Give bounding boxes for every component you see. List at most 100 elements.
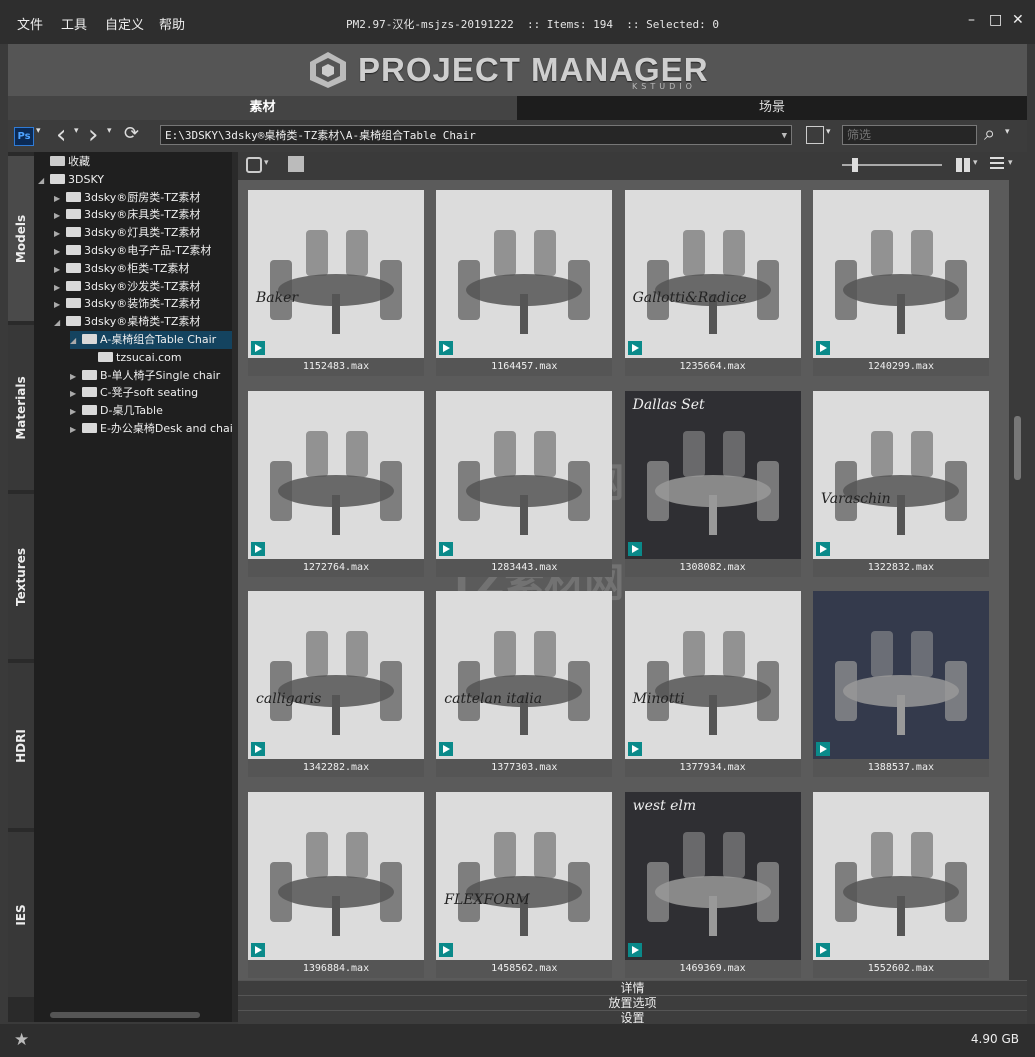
grid-view-icon[interactable]	[956, 158, 970, 172]
side-tab-materials[interactable]: Materials	[8, 325, 34, 490]
expand-arrow-icon[interactable]: ▶	[54, 190, 66, 208]
object-icon[interactable]	[288, 156, 304, 172]
expand-arrow-icon[interactable]: ▶	[54, 261, 66, 279]
asset-thumbnail[interactable]: Baker	[248, 190, 424, 358]
asset-thumbnail[interactable]	[812, 591, 989, 759]
ps-dropdown-icon[interactable]: ▾	[36, 126, 41, 136]
asset-thumbnail[interactable]: Gallotti&Radice	[624, 190, 801, 358]
menu-file[interactable]: 文件	[17, 14, 43, 33]
asset-card[interactable]: Gallotti&Radice 1235664.max	[624, 190, 801, 378]
asset-card[interactable]: Varaschin 1322832.max	[812, 390, 989, 579]
asset-thumbnail[interactable]	[248, 390, 424, 559]
side-tab-ies[interactable]: IES	[8, 832, 34, 997]
sort-icon[interactable]	[990, 157, 1004, 171]
expand-arrow-icon[interactable]: ▶	[70, 421, 82, 439]
filter-list-dropdown-icon[interactable]: ▾	[826, 127, 831, 137]
asset-card[interactable]: Dallas Set 1308082.max	[624, 390, 801, 579]
asset-card[interactable]: 1272764.max	[248, 390, 424, 579]
expand-arrow-icon[interactable]: ▶	[70, 403, 82, 421]
tab-assets[interactable]: 素材	[8, 96, 517, 120]
side-tab-textures[interactable]: Textures	[8, 494, 34, 659]
forward-icon[interactable]: ›	[88, 120, 98, 150]
asset-thumbnail[interactable]: west elm	[624, 791, 801, 960]
expand-arrow-icon[interactable]: ▶	[54, 279, 66, 297]
side-tab-hdri[interactable]: HDRI	[8, 663, 34, 828]
asset-card[interactable]: 1388537.max	[812, 591, 989, 779]
asset-card[interactable]: Baker 1152483.max	[248, 190, 424, 378]
asset-thumbnail[interactable]: cattelan italia	[436, 591, 613, 759]
asset-card[interactable]: FLEXFORM 1458562.max	[436, 791, 613, 980]
sync-dropdown-icon[interactable]: ▾	[264, 158, 269, 168]
asset-card[interactable]: 1240299.max	[812, 190, 989, 378]
asset-thumbnail[interactable]	[248, 791, 424, 960]
tree-node[interactable]: ▶ D-桌几Table	[70, 402, 232, 420]
side-tab-models[interactable]: Models	[8, 156, 34, 321]
tree-node[interactable]: ▶ 3dsky®沙发类-TZ素材	[54, 278, 232, 296]
tree-node[interactable]: 收藏	[38, 153, 232, 171]
tree-node[interactable]: ▶ B-单人椅子Single chair	[70, 367, 232, 385]
menu-customize[interactable]: 自定义	[105, 14, 144, 33]
tree-node[interactable]: ▶ 3dsky®厨房类-TZ素材	[54, 189, 232, 207]
asset-card[interactable]: 1552602.max	[812, 791, 989, 980]
grid-scrollbar[interactable]	[1009, 180, 1027, 980]
asset-card[interactable]: 1396884.max	[248, 791, 424, 980]
asset-thumbnail[interactable]	[436, 390, 613, 559]
tree-node[interactable]: ▶ 3dsky®电子产品-TZ素材	[54, 242, 232, 260]
photoshop-icon[interactable]: Ps	[14, 127, 34, 146]
tree-node[interactable]: ▶ 3dsky®柜类-TZ素材	[54, 260, 232, 278]
asset-thumbnail[interactable]: Varaschin	[812, 390, 989, 559]
asset-thumbnail[interactable]: FLEXFORM	[436, 791, 613, 960]
settings-header[interactable]: 设置	[238, 1010, 1027, 1025]
refresh-icon[interactable]: ⟳	[124, 123, 139, 144]
asset-card[interactable]: calligaris 1342282.max	[248, 591, 424, 779]
sync-icon[interactable]	[246, 157, 262, 173]
asset-card[interactable]: cattelan italia 1377303.max	[436, 591, 613, 779]
minimize-button[interactable]: –	[968, 12, 975, 28]
path-dropdown-icon[interactable]: ▼	[782, 126, 787, 144]
placement-options-header[interactable]: 放置选项	[238, 995, 1027, 1010]
tree-node[interactable]: ▶ 3dsky®灯具类-TZ素材	[54, 224, 232, 242]
maximize-button[interactable]: □	[989, 12, 1002, 28]
tree-scrollbar[interactable]	[50, 1012, 200, 1018]
slider-handle[interactable]	[852, 158, 858, 172]
expand-arrow-icon[interactable]: ▶	[70, 385, 82, 403]
asset-thumbnail[interactable]: Minotti	[624, 591, 801, 759]
expand-arrow-icon[interactable]: ◢	[70, 332, 82, 350]
tree-node[interactable]: ◢ 3DSKY	[38, 171, 232, 189]
expand-arrow-icon[interactable]: ◢	[38, 172, 50, 190]
asset-card[interactable]: west elm 1469369.max	[624, 791, 801, 980]
search-dropdown-icon[interactable]: ▾	[1005, 127, 1010, 137]
search-icon[interactable]: ⌕	[984, 121, 995, 145]
scrollbar-thumb[interactable]	[1014, 416, 1021, 480]
favorite-star-icon[interactable]: ★	[14, 1030, 29, 1050]
asset-thumbnail[interactable]	[436, 190, 613, 358]
menu-tools[interactable]: 工具	[61, 14, 87, 33]
asset-card[interactable]: 1283443.max	[436, 390, 613, 579]
expand-arrow-icon[interactable]: ▶	[54, 207, 66, 225]
tree-node[interactable]: ◢ 3dsky®桌椅类-TZ素材	[54, 313, 232, 331]
view-dropdown-icon[interactable]: ▾	[973, 158, 978, 168]
asset-card[interactable]: 1164457.max	[436, 190, 613, 378]
tree-node[interactable]: ▶ 3dsky®床具类-TZ素材	[54, 206, 232, 224]
filter-list-icon[interactable]	[806, 126, 824, 144]
forward-dropdown-icon[interactable]: ▾	[107, 126, 112, 136]
close-button[interactable]: ✕	[1012, 12, 1024, 28]
tree-node[interactable]: ▶ C-凳子soft seating	[70, 384, 232, 402]
tree-node[interactable]: ▶ E-办公桌椅Desk and chair	[70, 420, 232, 438]
asset-card[interactable]: Minotti 1377934.max	[624, 591, 801, 779]
asset-thumbnail[interactable]	[812, 791, 989, 960]
sort-dropdown-icon[interactable]: ▾	[1008, 158, 1013, 168]
expand-arrow-icon[interactable]: ▶	[70, 368, 82, 386]
expand-arrow-icon[interactable]: ▶	[54, 225, 66, 243]
asset-thumbnail[interactable]: calligaris	[248, 591, 424, 759]
tree-node[interactable]: ▶ 3dsky®装饰类-TZ素材	[54, 295, 232, 313]
asset-thumbnail[interactable]	[812, 190, 989, 358]
back-dropdown-icon[interactable]: ▾	[74, 126, 79, 136]
back-icon[interactable]: ‹	[56, 120, 66, 150]
tree-node[interactable]: ◢ A-桌椅组合Table Chair	[70, 331, 232, 349]
asset-thumbnail[interactable]: Dallas Set	[624, 390, 801, 559]
details-panel-header[interactable]: 详情	[238, 980, 1027, 995]
expand-arrow-icon[interactable]: ▶	[54, 243, 66, 261]
tree-node[interactable]: tzsucai.com	[86, 349, 232, 367]
path-field[interactable]: E:\3DSKY\3dsky®桌椅类-TZ素材\A-桌椅组合Table Chai…	[160, 125, 792, 145]
